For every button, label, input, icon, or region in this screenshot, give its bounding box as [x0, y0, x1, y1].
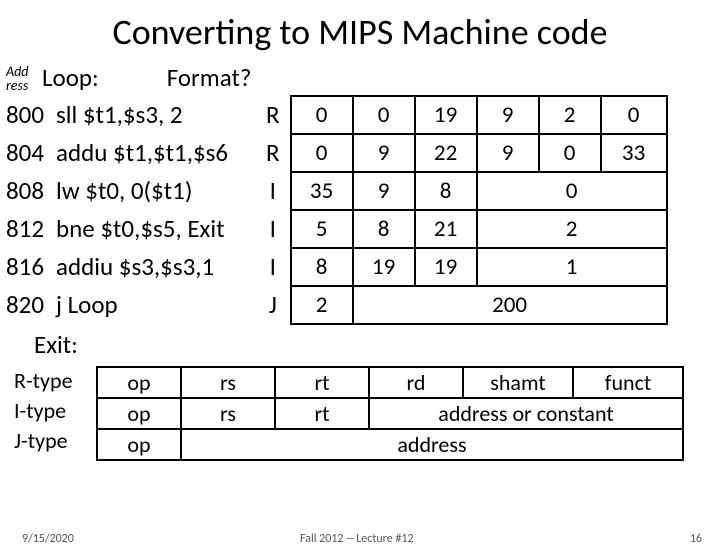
fmt-cell: R	[260, 133, 286, 171]
field-cell: op	[97, 398, 181, 429]
instr-cell: addu $t1,$t1,$s6	[50, 133, 260, 171]
format-heading: Format?	[167, 62, 252, 93]
table-row: 35 9 8 0	[291, 172, 667, 210]
table-row: op address	[97, 429, 683, 460]
footer-page-number: 16	[690, 532, 702, 546]
fmt-cell: J	[260, 285, 286, 323]
main-content: 800 sll $t1,$s3, 2 R 804 addu $t1,$t1,$s…	[0, 95, 720, 325]
address-heading: Add ress	[0, 65, 42, 93]
addr-cell: 816	[0, 247, 50, 285]
table-row: 0 9 22 9 0 33	[291, 134, 667, 172]
field-cell: rs	[181, 367, 275, 398]
mc-cell: 0	[601, 96, 667, 134]
mc-cell: 21	[415, 210, 477, 248]
instr-cell: bne $t0,$s5, Exit	[50, 209, 260, 247]
mc-cell: 1	[477, 248, 667, 286]
addr-cell: 800	[0, 95, 50, 133]
page-title: Converting to MIPS Machine code	[0, 10, 720, 54]
mc-cell: 5	[291, 210, 353, 248]
addr-cell: 808	[0, 171, 50, 209]
mc-cell: 9	[353, 172, 415, 210]
format-type-labels: R-type I-type J-type	[0, 366, 96, 456]
mc-cell: 33	[601, 134, 667, 172]
field-cell: rt	[275, 398, 369, 429]
mc-cell: 0	[291, 96, 353, 134]
field-cell: address	[181, 429, 683, 460]
format-definition-block: R-type I-type J-type op rs rt rd shamt f…	[0, 366, 720, 461]
mc-cell: 0	[353, 96, 415, 134]
mc-cell: 2	[539, 96, 601, 134]
instr-cell: addiu $s3,$s3,1	[50, 247, 260, 285]
footer-date: 9/15/2020	[22, 532, 74, 546]
table-row: op rs rt rd shamt funct	[97, 367, 683, 398]
footer-lecture: Fall 2012 -- Lecture #12	[300, 532, 414, 546]
mc-cell: 19	[353, 248, 415, 286]
table-row: 8 19 19 1	[291, 248, 667, 286]
field-cell: shamt	[463, 367, 573, 398]
instruction-table: 800 sll $t1,$s3, 2 R 804 addu $t1,$t1,$s…	[0, 95, 286, 323]
table-row: op rs rt address or constant	[97, 398, 683, 429]
j-type-label: J-type	[14, 426, 96, 456]
field-cell: funct	[573, 367, 683, 398]
field-cell: rt	[275, 367, 369, 398]
mc-cell: 9	[477, 96, 539, 134]
table-row: 800 sll $t1,$s3, 2 R	[0, 95, 286, 133]
fmt-cell: I	[260, 247, 286, 285]
table-row: 812 bne $t0,$s5, Exit I	[0, 209, 286, 247]
field-cell: op	[97, 367, 181, 398]
addr-cell: 812	[0, 209, 50, 247]
mc-cell: 0	[291, 134, 353, 172]
instr-cell: lw $t0, 0($t1)	[50, 171, 260, 209]
format-fields-table: op rs rt rd shamt funct op rs rt address…	[96, 366, 684, 461]
mc-cell: 35	[291, 172, 353, 210]
mc-cell: 8	[291, 248, 353, 286]
mc-cell: 9	[353, 134, 415, 172]
table-row: 808 lw $t0, 0($t1) I	[0, 171, 286, 209]
mc-cell: 8	[415, 172, 477, 210]
field-cell: rs	[181, 398, 275, 429]
addr-cell: 804	[0, 133, 50, 171]
exit-label: Exit:	[34, 329, 720, 360]
table-row: 820 j Loop J	[0, 285, 286, 323]
i-type-label: I-type	[14, 396, 96, 426]
addr-cell: 820	[0, 285, 50, 323]
field-cell: op	[97, 429, 181, 460]
table-row: 816 addiu $s3,$s3,1 I	[0, 247, 286, 285]
header-row: Add ress Loop: Format?	[0, 62, 720, 93]
mc-cell: 22	[415, 134, 477, 172]
table-row: 0 0 19 9 2 0	[291, 96, 667, 134]
mc-cell: 9	[477, 134, 539, 172]
mc-cell: 0	[539, 134, 601, 172]
table-row: 5 8 21 2	[291, 210, 667, 248]
field-cell: rd	[369, 367, 463, 398]
fmt-cell: I	[260, 209, 286, 247]
machine-code-table: 0 0 19 9 2 0 0 9 22 9 0 33 35 9 8 0 5 8 …	[290, 95, 668, 325]
mc-cell: 2	[477, 210, 667, 248]
loop-label: Loop:	[42, 62, 99, 93]
mc-cell: 0	[477, 172, 667, 210]
r-type-label: R-type	[14, 366, 96, 396]
instr-cell: j Loop	[50, 285, 260, 323]
mc-cell: 19	[415, 248, 477, 286]
table-row: 804 addu $t1,$t1,$s6 R	[0, 133, 286, 171]
instr-cell: sll $t1,$s3, 2	[50, 95, 260, 133]
fmt-cell: R	[260, 95, 286, 133]
mc-cell: 8	[353, 210, 415, 248]
fmt-cell: I	[260, 171, 286, 209]
mc-cell: 19	[415, 96, 477, 134]
mc-cell: 200	[353, 286, 667, 324]
mc-cell: 2	[291, 286, 353, 324]
field-cell: address or constant	[369, 398, 683, 429]
table-row: 2 200	[291, 286, 667, 324]
